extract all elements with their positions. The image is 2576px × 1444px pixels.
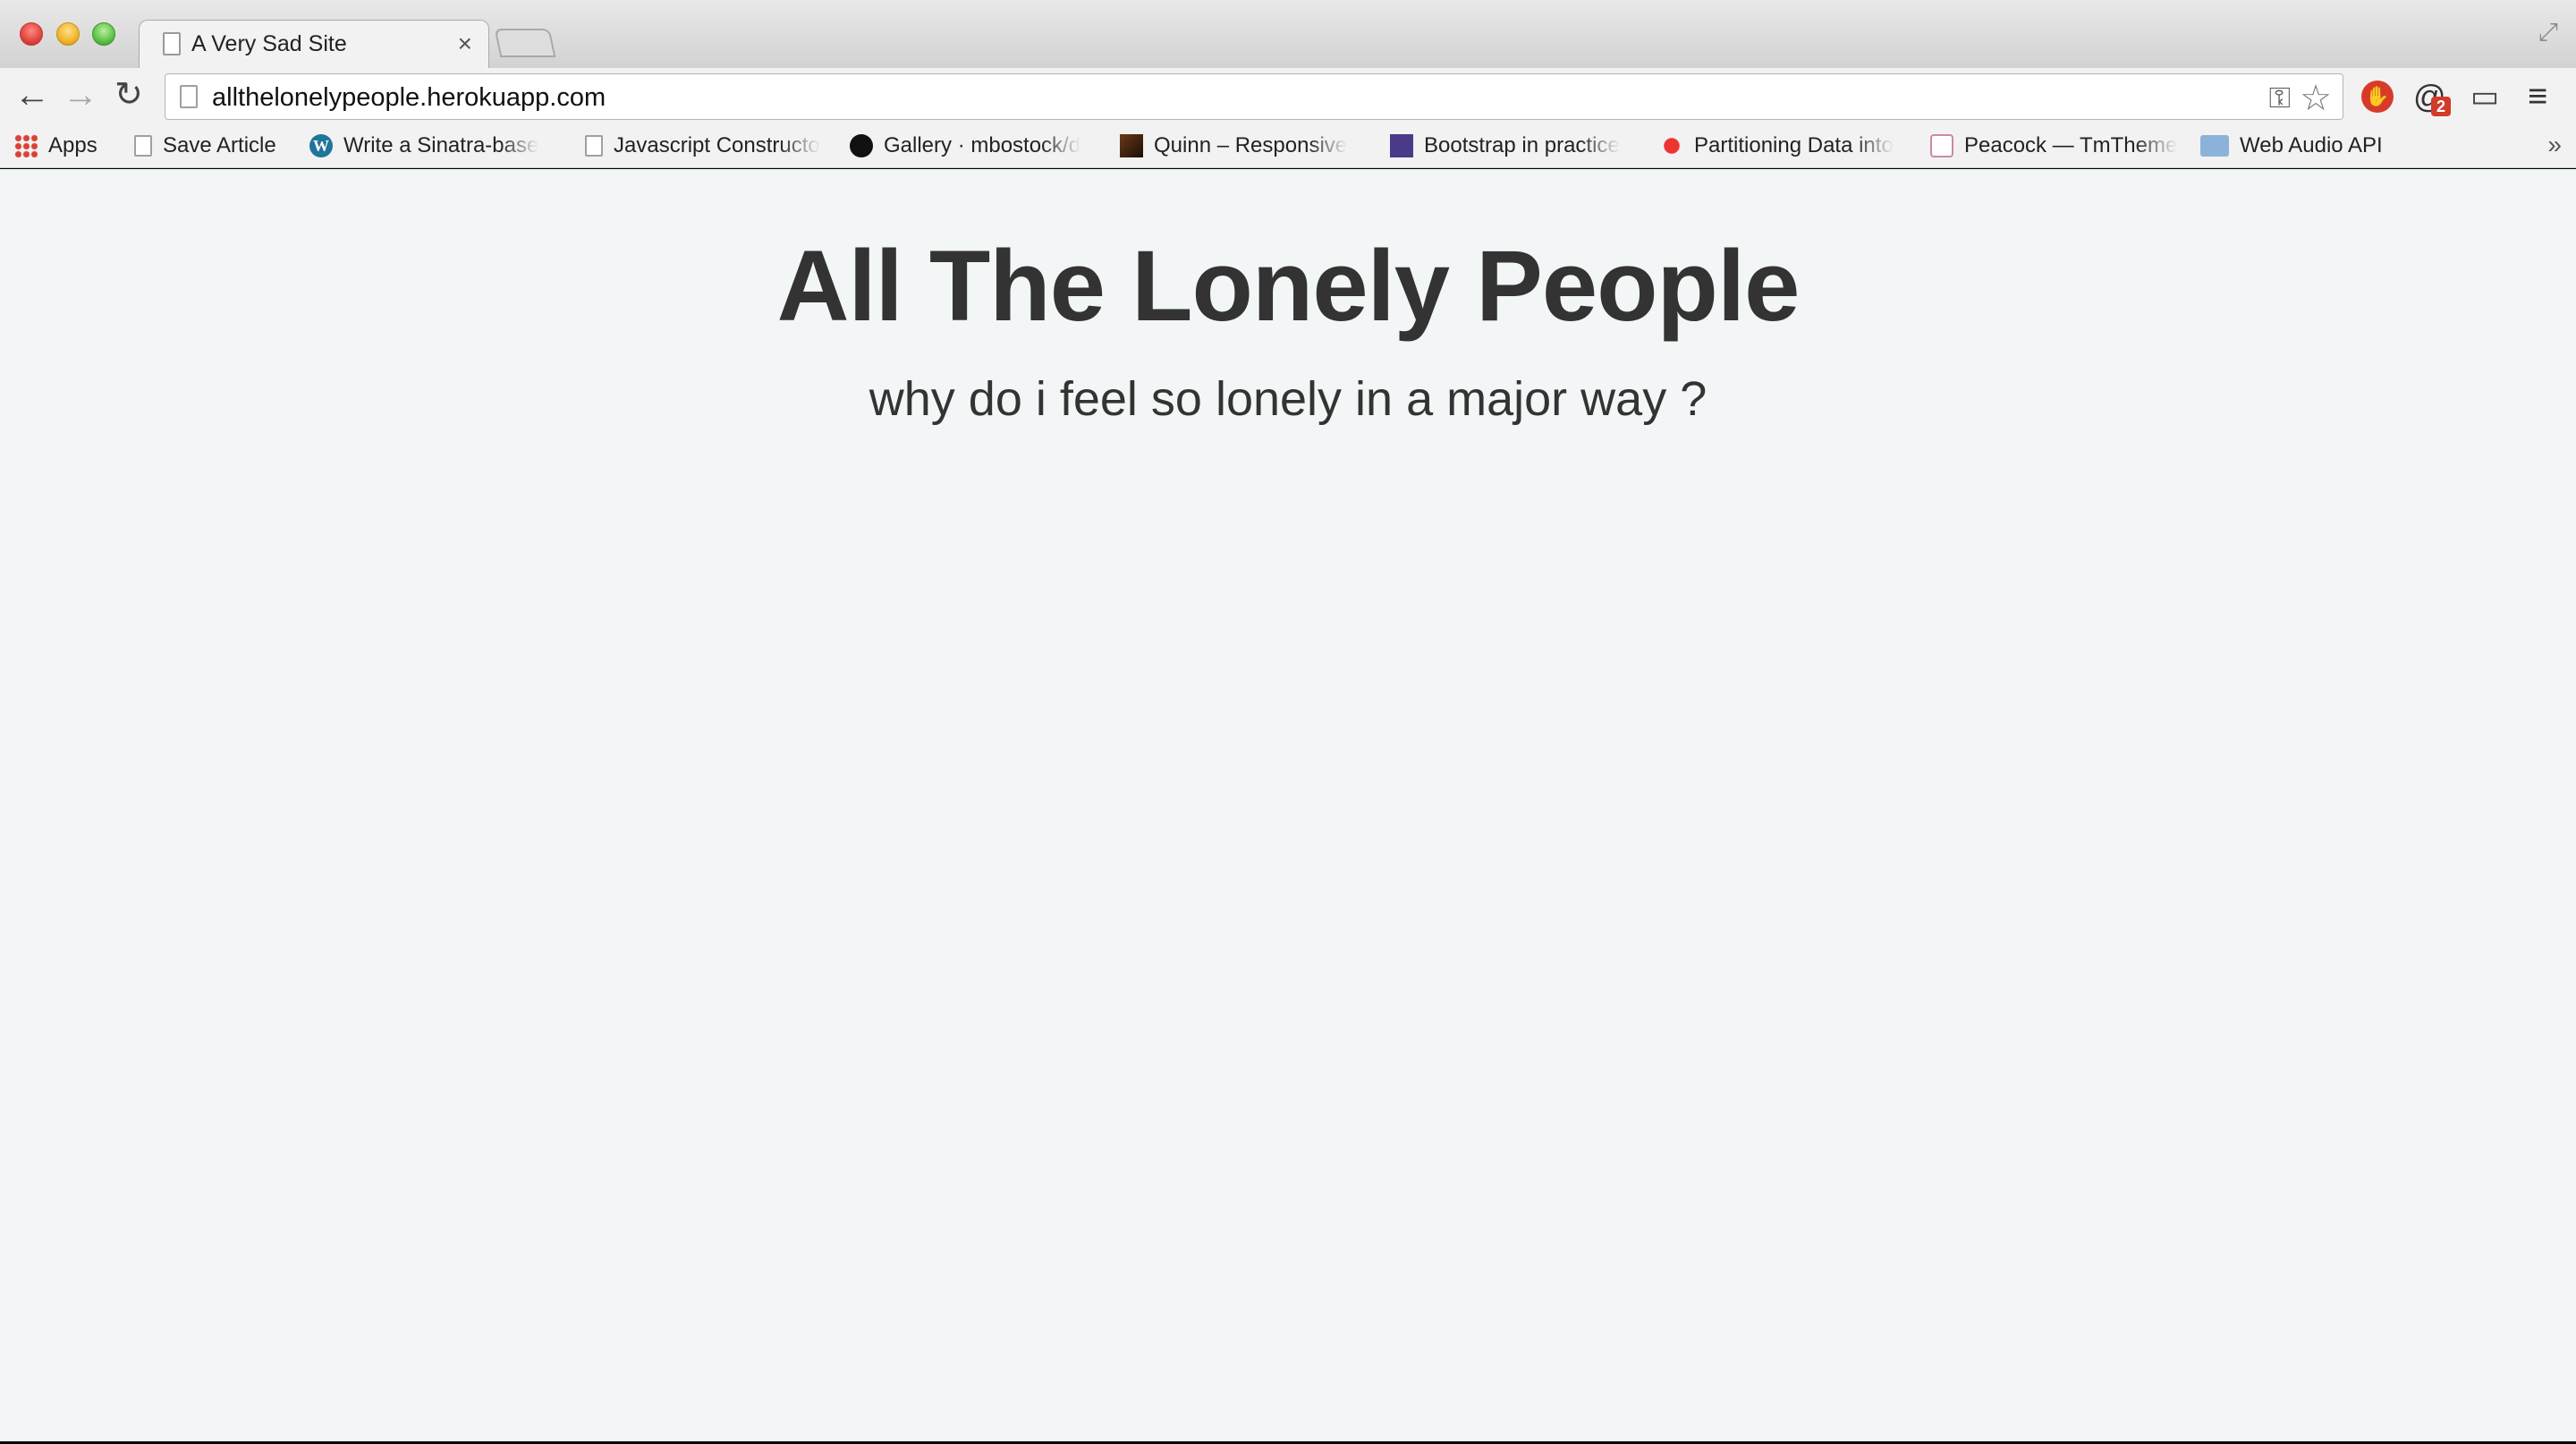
bookmark-label: Web Audio API <box>2240 133 2383 157</box>
window-titlebar: A Very Sad Site × ⤢ <box>0 0 2576 70</box>
browser-tab-active[interactable]: A Very Sad Site × <box>139 20 489 70</box>
partition-icon <box>1660 134 1683 157</box>
window-minimize-button[interactable] <box>56 22 80 46</box>
bookmark-gallery-mbostock[interactable]: Gallery · mbostock/d <box>850 131 1097 161</box>
bookmark-label: Partitioning Data into <box>1694 133 1894 157</box>
bookmark-label: Bootstrap in practice <box>1424 133 1620 157</box>
folder-icon <box>2200 135 2229 157</box>
page-info-icon[interactable] <box>180 85 198 108</box>
page-viewport: All The Lonely People why do i feel so l… <box>0 169 2576 1441</box>
forward-button[interactable]: → <box>63 73 98 116</box>
bookmark-label: Gallery · mbostock/d <box>884 133 1081 157</box>
bookmark-sinatra[interactable]: W Write a Sinatra-base <box>309 131 560 161</box>
page-heading: All The Lonely People <box>776 230 1801 342</box>
bookmark-label: Quinn – Responsive <box>1154 133 1348 157</box>
browser-toolbar: ← → ↻ allthelonelypeople.herokuapp.com ⚿… <box>0 68 2576 123</box>
address-bar[interactable]: allthelonelypeople.herokuapp.com ⚿ ☆ <box>165 73 2343 120</box>
bookmark-web-audio-api[interactable]: Web Audio API <box>2200 131 2406 161</box>
page-icon <box>134 135 152 157</box>
bookmark-peacock[interactable]: Peacock — TmTheme <box>1930 131 2177 161</box>
apps-icon <box>14 134 38 157</box>
browser-menu-icon[interactable]: ≡ <box>2528 79 2547 115</box>
bookmark-label: Write a Sinatra-base <box>343 133 539 157</box>
back-button[interactable]: ← <box>14 73 50 116</box>
peacock-icon <box>1930 134 1953 157</box>
window-close-button[interactable] <box>20 22 43 46</box>
github-icon <box>850 134 873 157</box>
page-icon <box>585 135 603 157</box>
bookmark-label: Javascript Constructo <box>614 133 820 157</box>
tab-title: A Very Sad Site <box>191 31 347 56</box>
bookmark-bootstrap[interactable]: Bootstrap in practice <box>1390 131 1637 161</box>
fullscreen-icon[interactable]: ⤢ <box>2538 18 2558 47</box>
adblock-extension-icon[interactable]: ✋ <box>2361 81 2394 113</box>
bookmark-save-article[interactable]: Save Article <box>134 131 304 161</box>
bookmark-star-icon[interactable]: ☆ <box>2300 78 2332 119</box>
page-subheading: why do i feel so lonely in a major way ? <box>869 372 1707 426</box>
bookmark-partitioning-data[interactable]: Partitioning Data into <box>1660 131 1907 161</box>
new-tab-button[interactable] <box>494 29 556 57</box>
window-zoom-button[interactable] <box>92 22 115 46</box>
address-bar-url[interactable]: allthelonelypeople.herokuapp.com <box>212 83 606 113</box>
bookmark-label: Peacock — TmTheme <box>1964 133 2177 157</box>
bookmarks-overflow-icon[interactable]: » <box>2547 131 2562 159</box>
bootstrap-icon <box>1390 134 1413 157</box>
mail-count-badge: 2 <box>2431 97 2452 116</box>
bookmark-label: Save Article <box>163 133 276 157</box>
reload-button[interactable]: ↻ <box>114 73 143 116</box>
bookmark-quinn[interactable]: Quinn – Responsive <box>1120 131 1367 161</box>
tab-favicon-page-icon <box>163 32 181 55</box>
cast-icon[interactable]: ▭ <box>2470 79 2499 115</box>
password-key-icon[interactable]: ⚿ <box>2269 81 2291 115</box>
bookmark-apps[interactable]: Apps <box>14 131 113 161</box>
bookmark-label: Apps <box>48 133 97 157</box>
wordpress-icon: W <box>309 134 333 157</box>
bookmarks-bar: Apps Save Article W Write a Sinatra-base… <box>0 123 2576 168</box>
bookmark-javascript-constructor[interactable]: Javascript Constructo <box>585 131 826 161</box>
tab-close-icon[interactable]: × <box>458 30 472 58</box>
quinn-icon <box>1120 134 1143 157</box>
mail-extension-icon[interactable]: @ 2 <box>2413 79 2452 116</box>
